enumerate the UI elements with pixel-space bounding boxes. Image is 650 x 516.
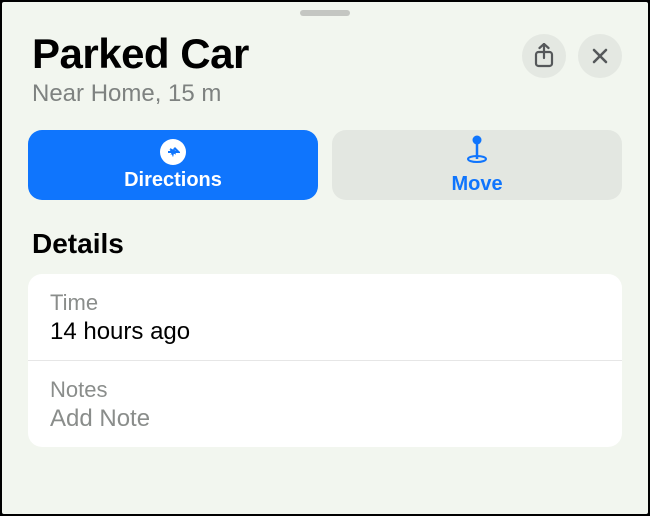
- notes-label: Notes: [50, 377, 600, 403]
- time-row: Time 14 hours ago: [28, 274, 622, 360]
- move-pin-icon: [465, 135, 489, 169]
- move-label: Move: [451, 173, 502, 196]
- details-card: Time 14 hours ago Notes Add Note: [28, 274, 622, 447]
- time-label: Time: [50, 290, 600, 316]
- directions-button[interactable]: Directions: [28, 130, 318, 200]
- notes-row[interactable]: Notes Add Note: [28, 360, 622, 447]
- sheet-grabber[interactable]: [300, 10, 350, 16]
- directions-icon: [160, 139, 186, 165]
- close-icon: [591, 47, 609, 65]
- directions-label: Directions: [124, 169, 222, 192]
- time-value: 14 hours ago: [50, 318, 600, 346]
- share-icon: [533, 43, 555, 69]
- page-subtitle: Near Home, 15 m: [32, 80, 522, 108]
- details-section-title: Details: [2, 200, 648, 274]
- share-button[interactable]: [522, 34, 566, 78]
- close-button[interactable]: [578, 34, 622, 78]
- move-button[interactable]: Move: [332, 130, 622, 200]
- notes-placeholder: Add Note: [50, 405, 600, 433]
- page-title: Parked Car: [32, 30, 522, 78]
